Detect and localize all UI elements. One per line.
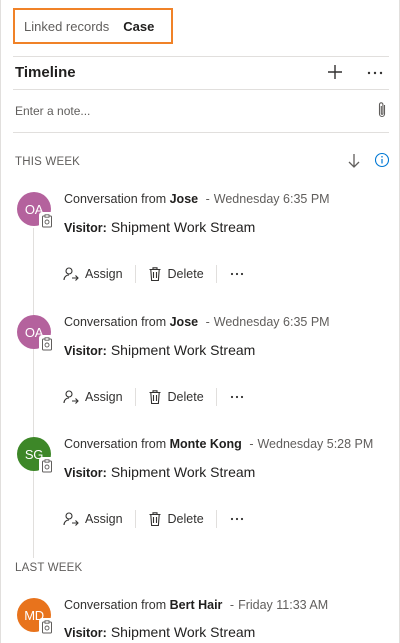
record-time: Friday 11:33 AM [238,598,329,612]
divider [215,265,217,283]
visitor-label: Visitor: [64,626,107,640]
record-author[interactable]: Monte Kong [170,437,242,451]
divider [134,388,136,406]
record-actions: Assign Delete [63,264,251,284]
add-icon[interactable] [325,62,345,82]
section-last-week: LAST WEEK [15,562,83,574]
timeline-connector [33,228,34,558]
record-separator: - [205,192,210,206]
visitor-label: Visitor: [64,344,107,358]
more-icon [230,517,243,521]
record-visitor: Visitor: Shipment Work Stream [64,342,255,358]
info-icon[interactable] [374,152,390,168]
visitor-label: Visitor: [64,466,107,480]
note-input[interactable] [15,100,365,122]
delete-label: Delete [167,512,204,526]
assign-button[interactable]: Assign [63,266,123,282]
visitor-label: Visitor: [64,221,107,235]
assign-label: Assign [85,512,123,526]
record-visitor: Visitor: Shipment Work Stream [64,219,255,235]
record-prefix: Conversation from [64,315,167,329]
record-header: Conversation from Jose - Wednesday 6:35 P… [64,192,330,206]
record-time: Wednesday 5:28 PM [257,437,374,451]
record-prefix: Conversation from [64,192,167,206]
section-this-week: THIS WEEK [15,156,81,168]
record-separator: - [249,437,254,451]
more-actions-button[interactable] [229,269,251,279]
trash-icon [149,390,161,405]
clipboard-icon [39,457,55,474]
delete-button[interactable]: Delete [148,266,204,282]
more-actions-button[interactable] [229,392,251,402]
trash-icon [149,512,161,527]
clipboard-icon [39,212,55,229]
assign-button[interactable]: Assign [63,389,123,405]
linked-records-tabs: Linked records Case [13,8,173,44]
divider [13,89,389,90]
record-author[interactable]: Bert Hair [170,598,223,612]
trash-icon [149,267,161,282]
record-prefix: Conversation from [64,598,167,612]
more-options-icon[interactable] [363,62,387,82]
delete-button[interactable]: Delete [148,389,204,405]
visitor-value: Shipment Work Stream [110,464,256,480]
more-icon [230,395,243,399]
timeline-title: Timeline [15,64,76,81]
record-time: Wednesday 6:35 PM [213,192,330,206]
divider [13,132,389,133]
divider [134,265,136,283]
record-prefix: Conversation from [64,437,167,451]
timeline-panel: Linked records Case Timeline THIS WEEK O… [0,0,400,643]
tab-linked-records[interactable]: Linked records [24,19,109,34]
record-actions: Assign Delete [63,509,251,529]
assign-button[interactable]: Assign [63,511,123,527]
assign-icon [63,267,79,281]
visitor-value: Shipment Work Stream [110,342,256,358]
visitor-value: Shipment Work Stream [110,219,256,235]
more-icon [230,272,243,276]
assign-icon [63,512,79,526]
divider [134,510,136,528]
record-author[interactable]: Jose [170,192,199,206]
record-header: Conversation from Bert Hair - Friday 11:3… [64,598,328,612]
assign-label: Assign [85,390,123,404]
sort-arrow-down-icon[interactable] [346,152,362,170]
assign-icon [63,390,79,404]
assign-label: Assign [85,267,123,281]
record-visitor: Visitor: Shipment Work Stream [64,464,255,480]
delete-label: Delete [167,390,204,404]
record-actions: Assign Delete [63,387,251,407]
delete-label: Delete [167,267,204,281]
tab-case[interactable]: Case [123,19,154,34]
record-header: Conversation from Monte Kong - Wednesday … [64,437,373,451]
record-time: Wednesday 6:35 PM [213,315,330,329]
clipboard-icon [39,335,55,352]
record-author[interactable]: Jose [170,315,199,329]
divider [13,56,389,57]
divider [215,388,217,406]
paperclip-icon[interactable] [375,100,389,120]
record-header: Conversation from Jose - Wednesday 6:35 P… [64,315,330,329]
visitor-value: Shipment Work Stream [110,624,256,640]
record-separator: - [205,315,210,329]
record-visitor: Visitor: Shipment Work Stream [64,624,255,640]
record-separator: - [229,598,235,612]
delete-button[interactable]: Delete [148,511,204,527]
more-actions-button[interactable] [229,514,251,524]
divider [215,510,217,528]
clipboard-icon [39,618,55,635]
